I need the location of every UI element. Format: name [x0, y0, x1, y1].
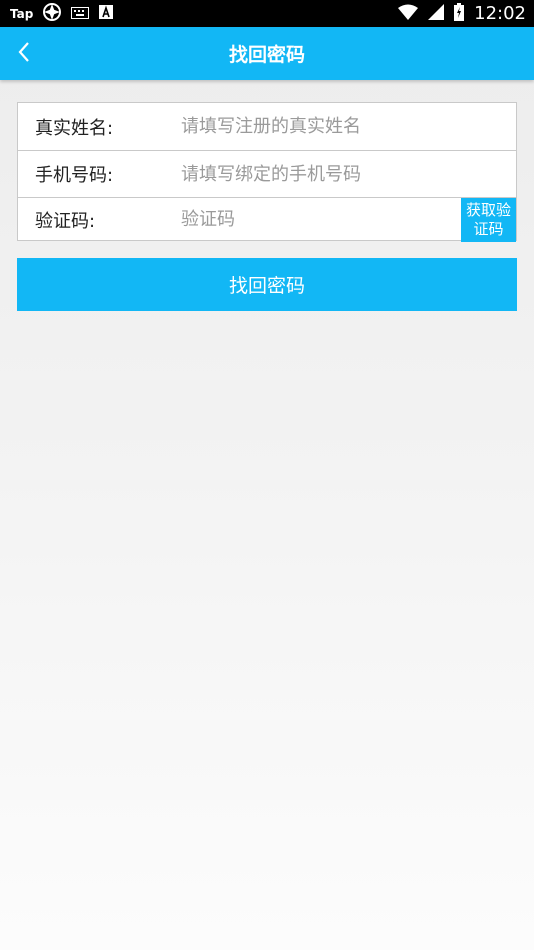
aperture-icon	[43, 2, 62, 25]
code-row: 验证码: 获取验证码	[18, 197, 516, 242]
name-input[interactable]	[164, 103, 516, 150]
status-bar-right: 12:02	[398, 2, 526, 25]
phone-input[interactable]	[164, 151, 516, 197]
name-row: 真实姓名:	[18, 103, 516, 150]
signal-icon	[428, 3, 445, 24]
page-title: 找回密码	[228, 44, 305, 66]
status-time: 12:02	[474, 3, 526, 24]
battery-icon	[454, 2, 465, 25]
back-button[interactable]	[4, 27, 44, 80]
text-icon	[99, 4, 114, 23]
get-code-button[interactable]: 获取验证码	[461, 197, 516, 242]
tap-app-icon: Tap	[10, 6, 34, 21]
name-label: 真实姓名:	[35, 117, 114, 139]
chevron-left-icon	[17, 41, 31, 67]
recovery-form: 真实姓名: 手机号码: 验证码: 获取验证码	[17, 102, 517, 242]
submit-button[interactable]: 找回密码	[17, 258, 517, 311]
wifi-icon	[398, 4, 419, 24]
status-bar: Tap 12:02	[0, 0, 534, 27]
code-input[interactable]	[164, 198, 461, 241]
keyboard-icon	[71, 4, 90, 23]
phone-label: 手机号码:	[35, 165, 114, 186]
phone-row: 手机号码:	[18, 150, 516, 197]
app-bar: 找回密码	[0, 27, 534, 80]
code-label: 验证码:	[35, 210, 96, 232]
status-bar-left: Tap	[10, 2, 114, 25]
